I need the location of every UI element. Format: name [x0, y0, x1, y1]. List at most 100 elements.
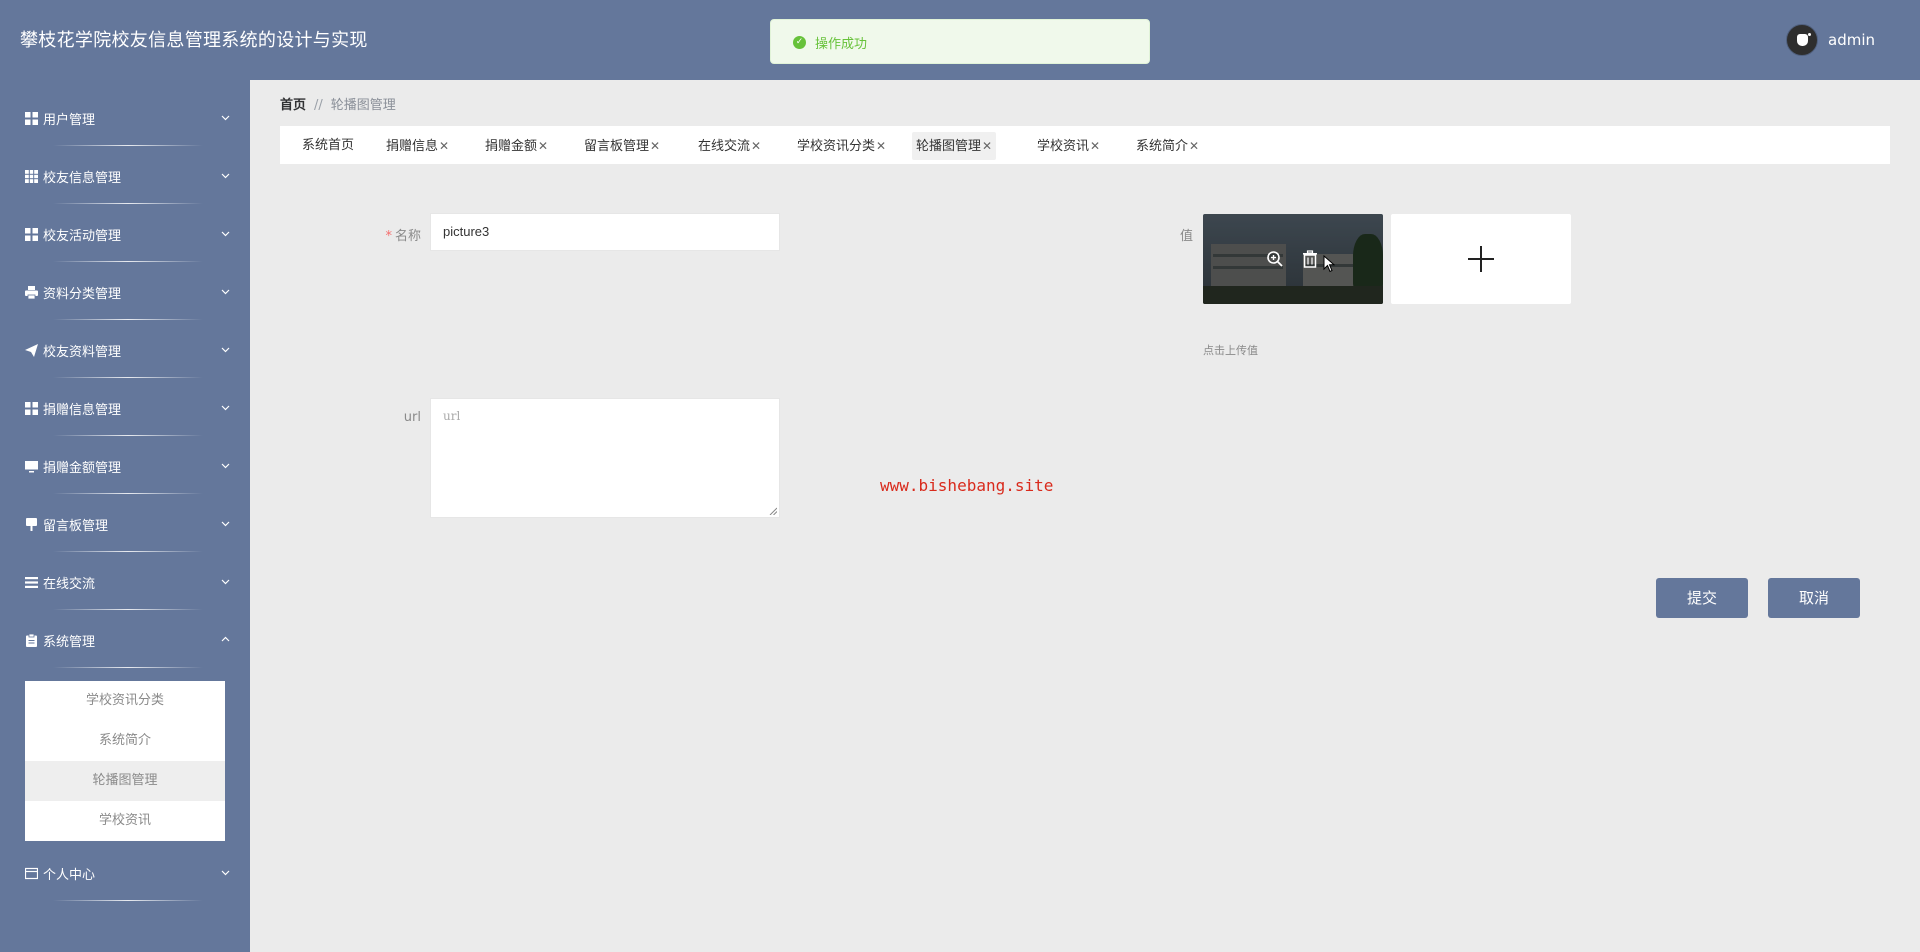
username[interactable]: admin [1828, 31, 1875, 49]
divider [53, 551, 203, 552]
plus-icon-bar [1468, 258, 1494, 260]
close-icon[interactable]: ✕ [538, 139, 548, 153]
breadcrumb-current: 轮播图管理 [330, 98, 396, 113]
sidebar-item-system-management[interactable]: 系统管理 [25, 612, 230, 668]
sidebar-item-label: 资料分类管理 [43, 287, 122, 302]
system-management-submenu: 学校资讯分类 系统简介 轮播图管理 学校资讯 [25, 681, 225, 841]
tab-school-news[interactable]: 学校资讯✕ [1033, 132, 1104, 160]
tab-label: 捐赠金额 [485, 139, 538, 154]
tab-donation-info[interactable]: 捐赠信息✕ [382, 132, 453, 160]
tab-label: 留言板管理 [584, 139, 650, 154]
tab-school-news-category[interactable]: 学校资讯分类✕ [793, 132, 890, 160]
tab-online-chat[interactable]: 在线交流✕ [694, 132, 765, 160]
submenu-item-school-news-category[interactable]: 学校资讯分类 [25, 681, 225, 721]
close-icon[interactable]: ✕ [439, 139, 449, 153]
tab-label: 系统简介 [1136, 139, 1189, 154]
avatar[interactable] [1786, 24, 1818, 56]
tab-label: 捐赠信息 [386, 139, 439, 154]
sidebar-item-label: 用户管理 [43, 113, 96, 128]
submenu-item-system-intro[interactable]: 系统简介 [25, 721, 225, 761]
close-icon[interactable]: ✕ [876, 139, 886, 153]
card-icon [25, 867, 38, 880]
tab-label: 学校资讯 [1037, 139, 1090, 154]
sidebar-item-label: 留言板管理 [43, 519, 109, 534]
tab-carousel-management[interactable]: 轮播图管理✕ [912, 132, 997, 160]
mouse-cursor-icon [1323, 255, 1335, 273]
breadcrumb-separator: // [314, 98, 323, 113]
upload-hint: 点击上传值 [1203, 344, 1258, 357]
toast-message: 操作成功 [815, 37, 868, 52]
tab-message-board[interactable]: 留言板管理✕ [580, 132, 664, 160]
sidebar-item-material-category[interactable]: 资料分类管理 [25, 264, 230, 320]
chevron-down-icon [221, 173, 230, 179]
sidebar-item-alumni-material[interactable]: 校友资料管理 [25, 322, 230, 378]
tab-donation-amount[interactable]: 捐赠金额✕ [481, 132, 552, 160]
close-icon[interactable]: ✕ [751, 139, 761, 153]
name-input[interactable]: picture3 [430, 213, 780, 251]
sidebar-item-label: 在线交流 [43, 577, 96, 592]
chevron-down-icon [221, 521, 230, 527]
submenu-item-carousel-management[interactable]: 轮播图管理 [25, 761, 225, 801]
close-icon[interactable]: ✕ [982, 139, 992, 153]
sidebar-item-alumni-activity[interactable]: 校友活动管理 [25, 206, 230, 262]
upload-add-button[interactable] [1391, 214, 1571, 304]
url-textarea[interactable]: url [430, 398, 780, 518]
grid-icon [25, 402, 38, 415]
sidebar-item-label: 捐赠信息管理 [43, 403, 122, 418]
name-label-text: 名称 [394, 229, 421, 244]
trash-icon[interactable] [1301, 250, 1319, 268]
watermark: www.bishebang.site [880, 476, 1054, 495]
required-mark: * [385, 229, 392, 244]
pin-icon [26, 518, 37, 531]
sidebar-item-label: 校友资料管理 [43, 345, 122, 360]
zoom-in-icon[interactable] [1266, 250, 1284, 268]
sidebar-item-label: 校友活动管理 [43, 229, 122, 244]
sidebar-item-donation-amount[interactable]: 捐赠金额管理 [25, 438, 230, 494]
tab-system-home[interactable]: 系统首页 [298, 132, 358, 160]
divider [53, 203, 203, 204]
sidebar-item-label: 校友信息管理 [43, 171, 122, 186]
chevron-down-icon [221, 405, 230, 411]
breadcrumb-home[interactable]: 首页 [280, 98, 306, 113]
thumbnail-hover-overlay [1203, 214, 1383, 304]
sidebar-item-label: 系统管理 [43, 635, 96, 650]
tab-label: 学校资讯分类 [797, 139, 876, 154]
sidebar: 用户管理 校友信息管理 校友活动管理 资料分类管理 校友资料管理 捐赠信息管理 … [0, 80, 250, 952]
clipboard-icon [26, 634, 37, 647]
sidebar-item-donation-info[interactable]: 捐赠信息管理 [25, 380, 230, 436]
submenu-item-school-news[interactable]: 学校资讯 [25, 801, 225, 841]
sidebar-item-alumni-info[interactable]: 校友信息管理 [25, 148, 230, 204]
url-label: url [403, 410, 421, 425]
success-toast: ✓ 操作成功 [770, 19, 1150, 64]
tab-system-intro[interactable]: 系统简介✕ [1132, 132, 1203, 160]
close-icon[interactable]: ✕ [650, 139, 660, 153]
chevron-down-icon [221, 463, 230, 469]
value-label: 值 [1179, 229, 1193, 244]
resize-grip-icon[interactable] [769, 507, 777, 515]
chevron-down-icon [221, 231, 230, 237]
divider [53, 493, 203, 494]
tab-label: 系统首页 [302, 138, 355, 153]
close-icon[interactable]: ✕ [1090, 139, 1100, 153]
divider [53, 667, 203, 668]
uploaded-image-thumbnail[interactable] [1203, 214, 1383, 304]
list-icon [25, 577, 38, 588]
sidebar-item-message-board[interactable]: 留言板管理 [25, 496, 230, 552]
send-icon [25, 344, 38, 357]
chevron-down-icon [221, 115, 230, 121]
cancel-button[interactable]: 取消 [1768, 578, 1860, 618]
table-icon [25, 170, 38, 183]
monitor-icon [25, 461, 38, 473]
sidebar-item-online-chat[interactable]: 在线交流 [25, 554, 230, 610]
divider [53, 319, 203, 320]
close-icon[interactable]: ✕ [1189, 139, 1199, 153]
chevron-down-icon [221, 870, 230, 876]
submit-button[interactable]: 提交 [1656, 578, 1748, 618]
chevron-down-icon [221, 289, 230, 295]
divider [53, 261, 203, 262]
divider [53, 377, 203, 378]
sidebar-item-user-management[interactable]: 用户管理 [25, 90, 230, 146]
divider [53, 145, 203, 146]
sidebar-item-personal-center[interactable]: 个人中心 [25, 845, 230, 901]
chevron-up-icon [221, 636, 230, 642]
